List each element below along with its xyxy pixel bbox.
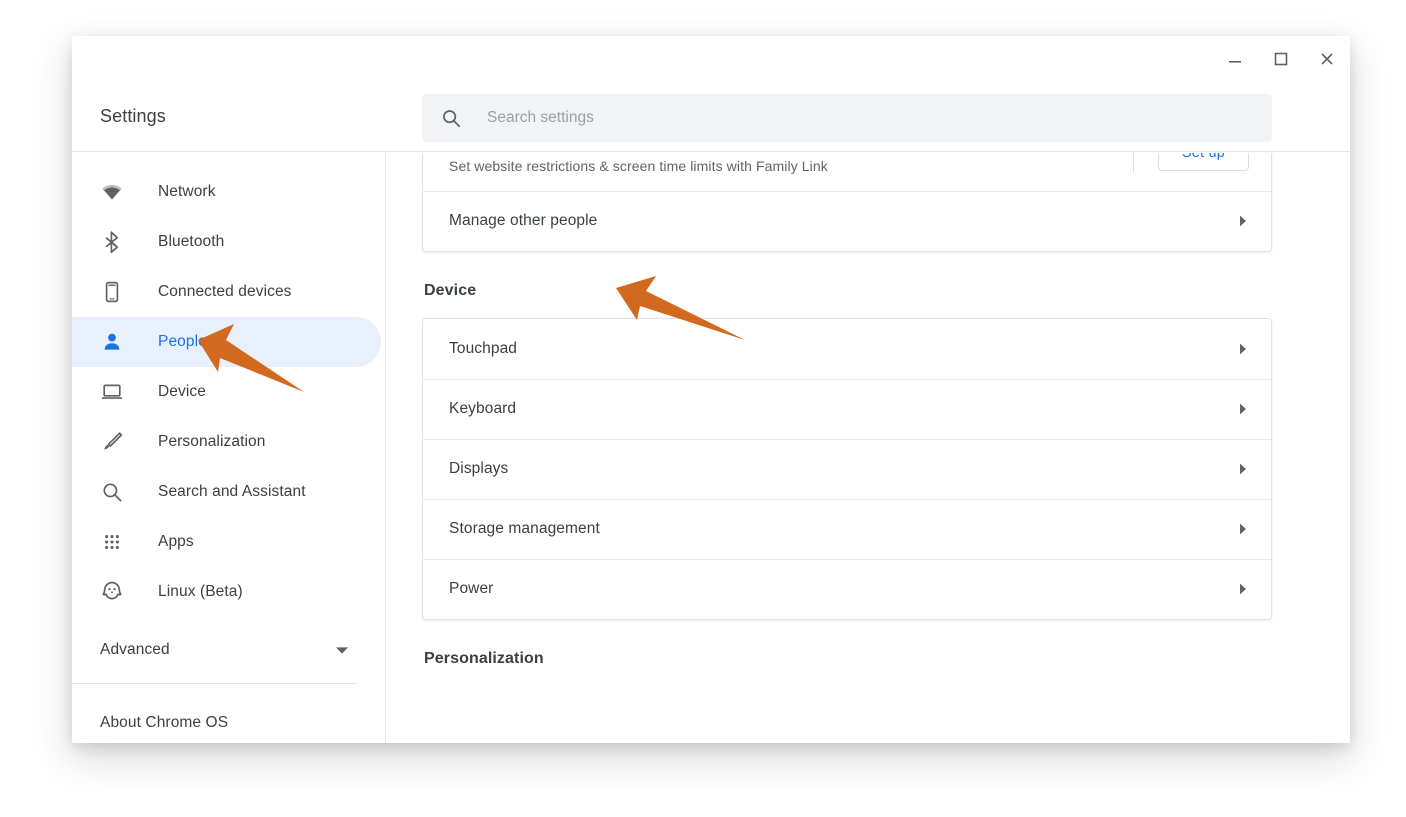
search-bar[interactable] [422,94,1272,142]
laptop-icon [100,380,124,404]
sidebar-item-people[interactable]: People [72,317,381,367]
set-up-button[interactable]: Set up [1157,153,1249,171]
row-text-block: Touchpad [449,323,1237,374]
sidebar-item-label: About Chrome OS [100,714,229,731]
sidebar-item-search-and-assistant[interactable]: Search and Assistant [72,467,381,517]
chevron-right-icon [1240,215,1246,227]
row-parental-controls[interactable]: Parental controls Set website restrictio… [423,153,1271,191]
chevron-right-icon [1240,583,1246,595]
section-heading-device: Device [424,281,477,299]
close-icon [1321,53,1333,65]
sidebar-item-device[interactable]: Device [72,367,381,417]
bluetooth-icon [100,230,124,254]
row-text-block: Keyboard [449,383,1237,434]
chevron-right-icon [1240,463,1246,475]
row-storage-management[interactable]: Storage management [423,498,1271,559]
sidebar-advanced-toggle[interactable]: Advanced [72,625,385,675]
settings-window: Settings Search settings Network Bluetoo… [72,36,1350,743]
row-subtitle: Set website restrictions & screen time l… [449,158,828,175]
row-title: Manage other people [449,212,598,230]
maximize-button[interactable] [1258,36,1304,82]
wifi-icon [100,180,124,204]
settings-main-panel[interactable]: Parental controls Set website restrictio… [386,153,1350,743]
row-text-block: Parental controls Set website restrictio… [449,153,1133,191]
sidebar-advanced-label: Advanced [100,641,170,658]
row-text-block: Manage other people [449,195,1237,246]
paintbrush-icon [100,430,124,454]
magnifier-icon [100,480,124,504]
search-input[interactable] [487,94,1272,142]
sidebar-item-label: Personalization [158,433,266,450]
sidebar-divider [72,683,357,684]
minimize-button[interactable] [1212,36,1258,82]
row-title: Power [449,580,494,598]
sidebar-item-label: Search and Assistant [158,483,306,500]
people-settings-card: Parental controls Set website restrictio… [422,153,1272,252]
sidebar-item-label: Connected devices [158,283,292,300]
section-heading-personalization: Personalization [424,649,544,667]
chevron-down-icon [336,646,348,654]
row-title: Storage management [449,520,600,538]
row-touchpad[interactable]: Touchpad [423,319,1271,379]
sidebar-item-label: People [158,333,207,350]
chevron-right-icon [1240,523,1246,535]
row-title: Touchpad [449,339,518,357]
page-title: Settings [100,106,166,126]
screen-background: Settings Search settings Network Bluetoo… [0,0,1406,817]
sidebar-navigation: Network Bluetooth Connected devices Peop… [72,153,386,743]
grid-dots-icon [100,530,124,554]
sidebar-item-apps[interactable]: Apps [72,517,381,567]
close-button[interactable] [1304,36,1350,82]
device-settings-card: Touchpad Keyboard Displays Storage manag… [422,317,1272,620]
sidebar-item-label: Linux (Beta) [158,583,243,600]
row-text-block: Storage management [449,503,1237,554]
sidebar-item-label: Apps [158,533,194,550]
minimize-icon [1229,61,1241,63]
sidebar-item-label: Bluetooth [158,233,225,250]
vertical-separator [1132,153,1134,173]
sidebar-item-linux-beta[interactable]: Linux (Beta) [72,567,381,617]
sidebar-item-connected-devices[interactable]: Connected devices [72,267,381,317]
window-controls [1212,36,1350,82]
sidebar-item-about-chrome-os[interactable]: About Chrome OS [72,698,385,743]
person-icon [100,330,124,354]
row-power[interactable]: Power [423,558,1271,619]
row-keyboard[interactable]: Keyboard [423,378,1271,439]
search-icon [443,110,461,128]
row-text-block: Power [449,563,1237,614]
maximize-icon [1274,52,1288,66]
window-titlebar: Settings [72,36,1350,152]
window-content: Network Bluetooth Connected devices Peop… [72,153,1350,743]
row-manage-other-people[interactable]: Manage other people [423,190,1271,251]
sidebar-item-bluetooth[interactable]: Bluetooth [72,217,381,267]
chevron-right-icon [1240,343,1246,354]
row-displays[interactable]: Displays [423,438,1271,499]
chevron-right-icon [1240,403,1246,415]
sidebar-item-network[interactable]: Network [72,167,381,217]
row-title: Displays [449,460,509,478]
sidebar-item-label: Device [158,383,206,400]
smartphone-icon [100,280,124,304]
row-text-block: Displays [449,443,1237,494]
sidebar-item-personalization[interactable]: Personalization [72,417,381,467]
sidebar-item-label: Network [158,183,216,200]
penguin-icon [100,580,124,604]
row-title: Keyboard [449,400,517,418]
